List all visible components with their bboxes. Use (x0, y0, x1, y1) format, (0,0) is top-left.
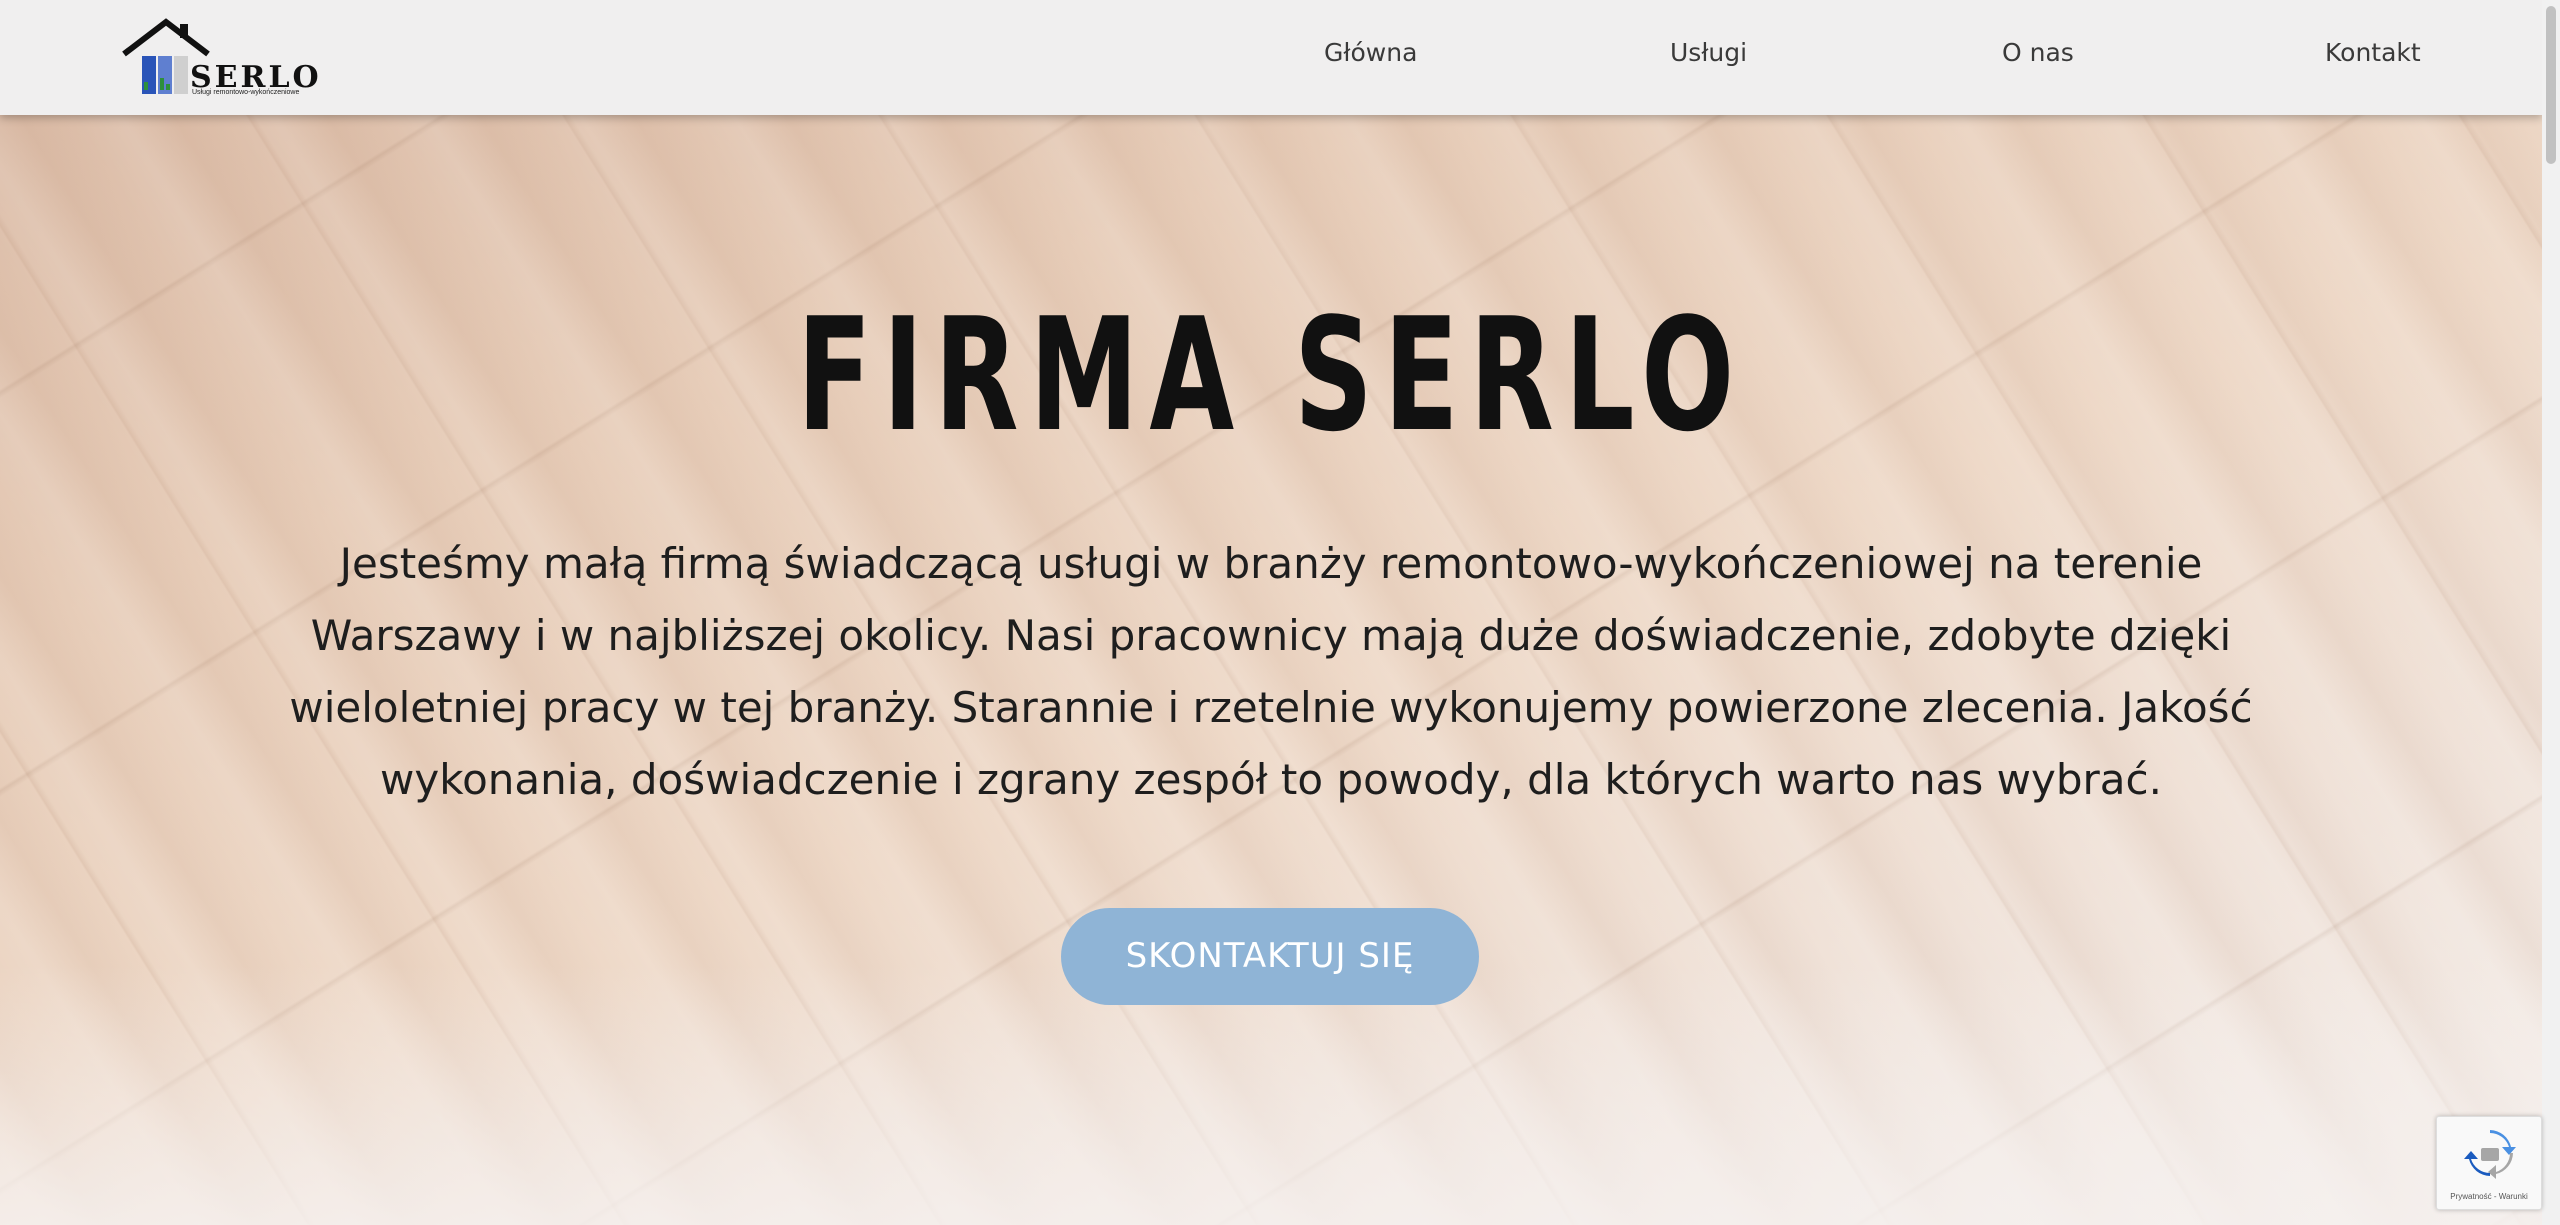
page-scrollbar[interactable] (2542, 0, 2560, 1225)
recaptcha-icon (2464, 1130, 2516, 1179)
contact-button[interactable]: SKONTAKTUJ SIĘ (1061, 908, 1479, 1005)
intro-line: Warszawy i w najbliższej okolicy. Nasi p… (310, 611, 2232, 660)
hero-intro-text: Jesteśmy małą firmą świadczącą usługi w … (255, 528, 2287, 816)
nav-link-glowna[interactable]: Główna (1324, 38, 1417, 67)
nav-link-o-nas[interactable]: O nas (2002, 38, 2074, 67)
hero-title: FIRMA SERLO (796, 284, 1746, 466)
recaptcha-links[interactable]: Prywatność - Warunki (2437, 1192, 2541, 1201)
recaptcha-badge[interactable]: Prywatność - Warunki (2436, 1116, 2542, 1210)
scrollbar-thumb[interactable] (2546, 6, 2556, 164)
site-header: SERLO Usługi remontowo-wykończeniowe Głó… (0, 0, 2542, 115)
intro-line: Jesteśmy małą firmą świadczącą usługi w … (339, 539, 2203, 588)
nav-link-kontakt[interactable]: Kontakt (2325, 38, 2421, 67)
intro-line: wieloletniej pracy w tej branży. Starann… (289, 683, 2253, 732)
nav-link-uslugi[interactable]: Usługi (1670, 38, 1747, 67)
intro-line: wykonania, doświadczenie i zgrany zespół… (380, 755, 2162, 804)
hero-section: FIRMA SERLO Jesteśmy małą firmą świadczą… (0, 0, 2542, 1225)
main-nav: Główna Usługi O nas Kontakt (0, 0, 2542, 115)
